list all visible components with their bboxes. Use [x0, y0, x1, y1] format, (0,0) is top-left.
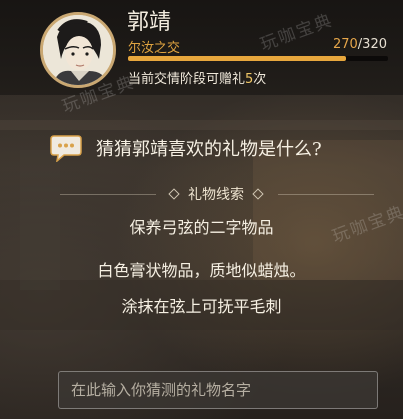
avatar-portrait-icon [43, 15, 113, 85]
clue-line: 保养弓弦的二字物品 [129, 218, 274, 237]
background-beam [0, 120, 403, 130]
clue-line: 涂抹在弦上可抚平毛刺 [121, 297, 282, 316]
character-header: 郭靖 尔汝之交 270/320 当前交情阶段可赠礼5次 [0, 0, 403, 95]
gift-info-prefix: 当前交情阶段可赠礼 [128, 72, 246, 87]
affinity-progress-bar [128, 56, 388, 61]
guess-question: 猜猜郭靖喜欢的礼物是什么? [96, 139, 322, 160]
speech-bubble-icon [50, 135, 82, 162]
character-name: 郭靖 [127, 10, 172, 35]
affinity-progress-fill [128, 56, 347, 61]
clue-line: 白色膏状物品，质地似蜡烛。 [97, 261, 306, 280]
clue-divider-right [278, 194, 374, 195]
clue-divider-left [60, 194, 156, 195]
clue-title-row: 礼物线索 [160, 182, 272, 206]
affinity-readout: 270/320 [333, 37, 387, 52]
diamond-ornament-icon [252, 188, 264, 200]
gift-count-info: 当前交情阶段可赠礼5次 [128, 68, 266, 87]
clue-title: 礼物线索 [188, 187, 244, 203]
affinity-current: 270 [332, 37, 358, 52]
gift-guess-input[interactable] [58, 371, 378, 409]
question-row: 猜猜郭靖喜欢的礼物是什么? [50, 132, 322, 164]
relation-level: 尔汝之交 [128, 41, 181, 56]
diamond-ornament-icon [168, 188, 180, 200]
affinity-max: 320 [362, 37, 387, 52]
gift-info-suffix: 次 [253, 72, 267, 87]
